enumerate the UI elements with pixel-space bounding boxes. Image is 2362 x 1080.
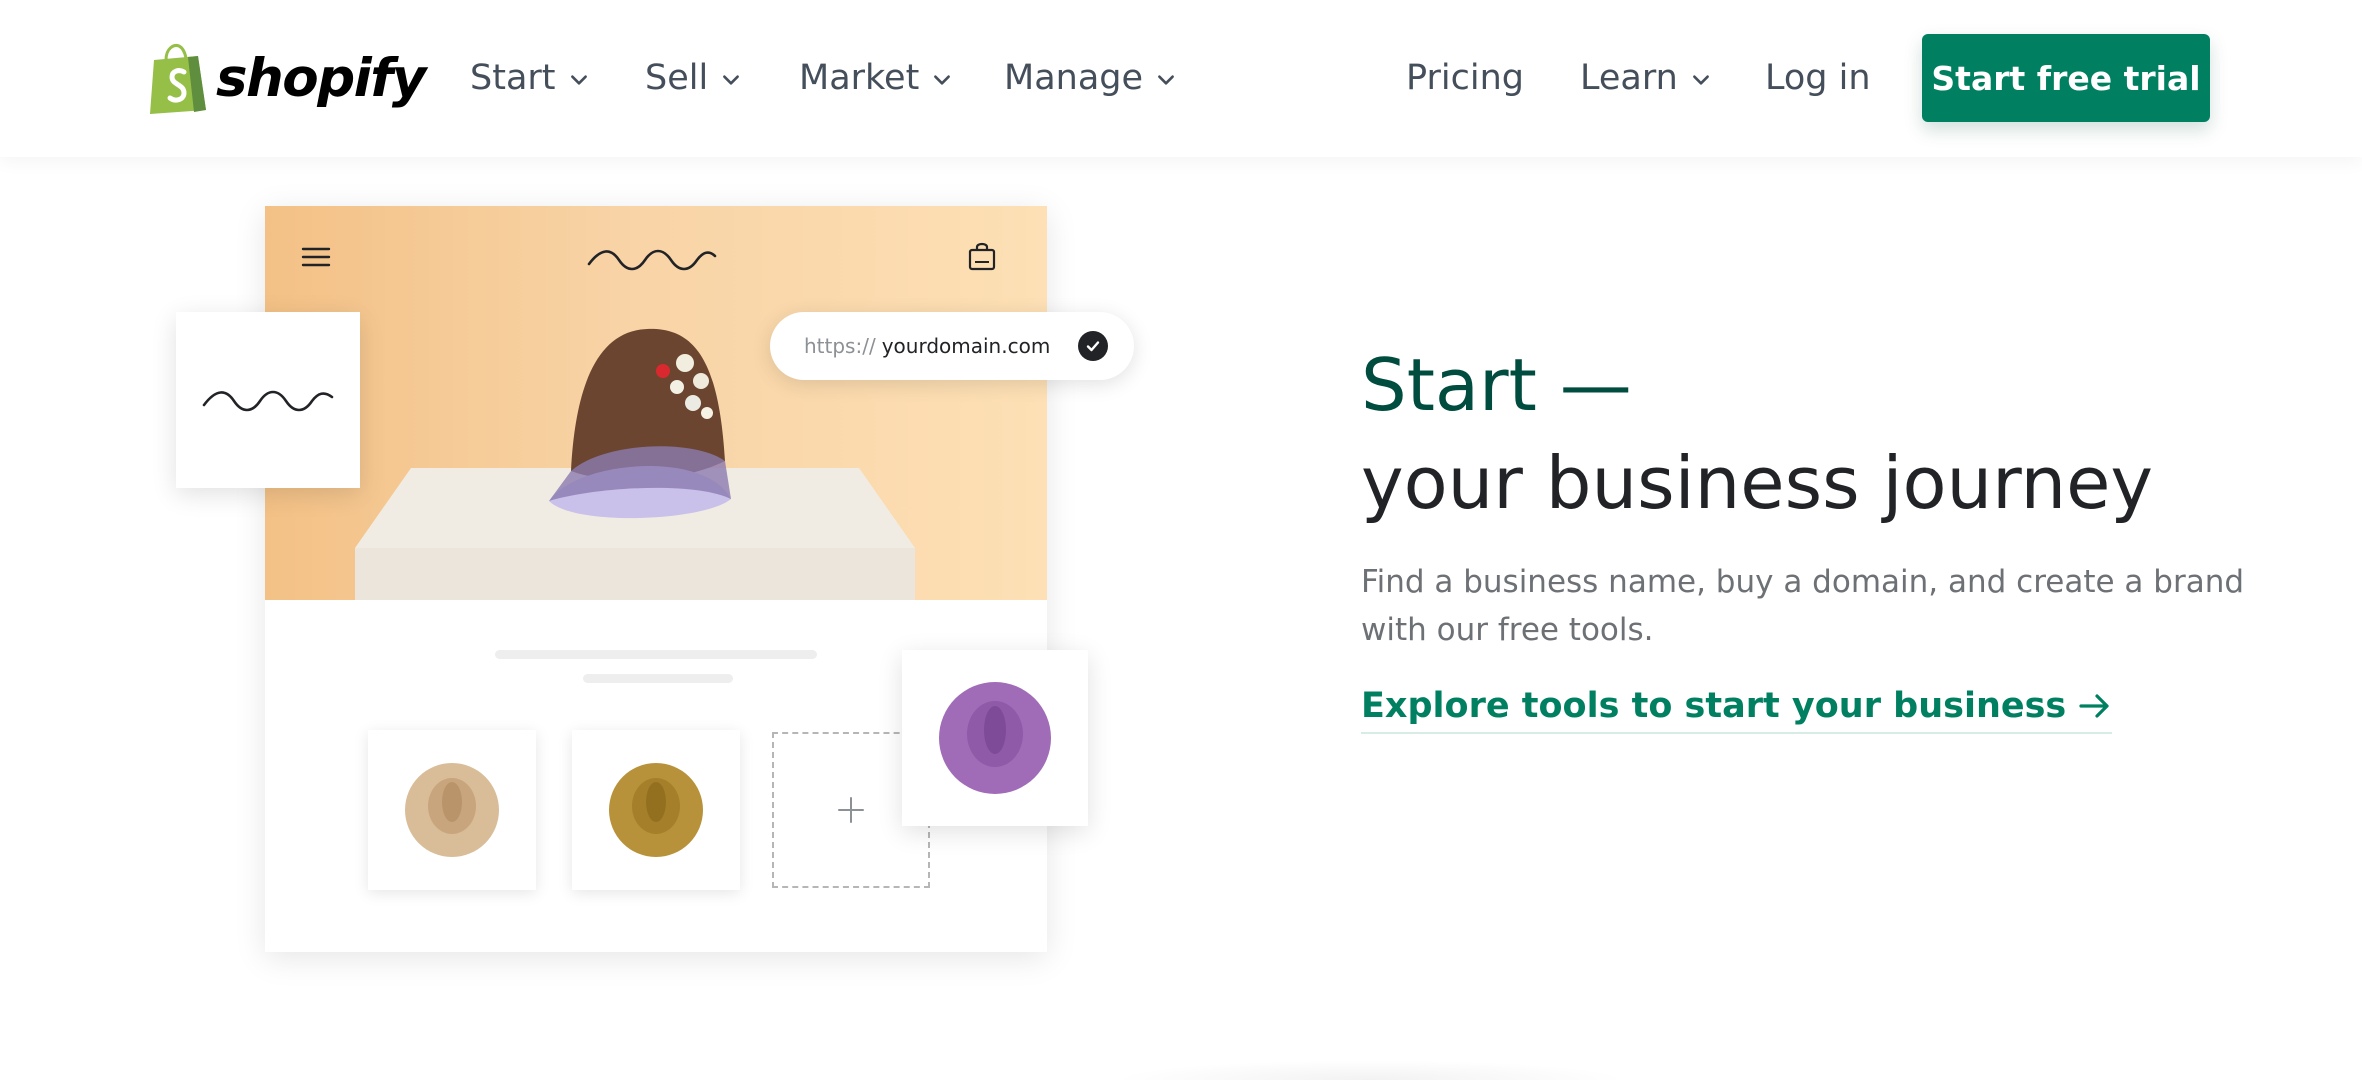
hero-subcopy: Find a business name, buy a domain, and …	[1361, 564, 2245, 648]
placeholder-text-bar	[495, 650, 817, 659]
shopify-logo[interactable]: shopify	[146, 40, 426, 116]
shopping-bag-logo-icon	[150, 44, 206, 114]
bucket-hat-image	[549, 328, 731, 519]
product-thumbnail	[572, 730, 740, 890]
shopping-bag-icon	[968, 242, 996, 271]
hero-headline: Start — your business journey	[1361, 336, 2153, 532]
nav-pricing-label: Pricing	[1406, 58, 1524, 98]
plus-icon	[838, 797, 864, 823]
wave-logo-icon	[587, 249, 717, 271]
nav-login-label: Log in	[1765, 58, 1871, 98]
chevron-down-icon	[934, 75, 951, 85]
store-hero-banner	[265, 206, 1047, 600]
chevron-down-icon	[1692, 75, 1709, 85]
checkmark-icon	[1086, 341, 1100, 352]
headline-main: your business journey	[1361, 441, 2154, 525]
brand-logo-card	[176, 312, 360, 488]
nav-market-label: Market	[799, 58, 920, 98]
explore-tools-label: Explore tools to start your business	[1361, 686, 2067, 726]
featured-product-card	[902, 650, 1088, 826]
logo-wordmark: shopify	[216, 47, 426, 109]
placeholder-text-bar	[583, 674, 733, 683]
mustard-hat-image	[609, 763, 703, 857]
product-thumbnail	[368, 730, 536, 890]
hamburger-menu-icon	[301, 247, 331, 267]
arrow-right-icon	[2079, 694, 2109, 718]
nav-pricing[interactable]: Pricing	[1406, 52, 1524, 104]
explore-tools-link[interactable]: Explore tools to start your business	[1361, 686, 2113, 734]
nav-sell[interactable]: Sell	[645, 52, 742, 104]
check-badge	[1078, 331, 1108, 361]
nav-learn[interactable]: Learn	[1580, 52, 1712, 104]
chevron-down-icon	[570, 75, 587, 85]
start-free-trial-button[interactable]: Start free trial	[1922, 34, 2210, 122]
nav-manage-label: Manage	[1004, 58, 1144, 98]
purple-hat-image	[939, 682, 1051, 794]
nav-market[interactable]: Market	[799, 52, 953, 104]
chevron-down-icon	[723, 75, 740, 85]
chevron-down-icon	[1158, 75, 1174, 85]
nav-manage[interactable]: Manage	[1004, 52, 1177, 104]
domain-name: yourdomain.com	[881, 334, 1051, 358]
nav-sell-label: Sell	[645, 58, 709, 98]
site-header: shopify Start Sell Market Manage Pricing…	[0, 0, 2362, 157]
nav-learn-label: Learn	[1580, 58, 1678, 98]
nav-start-label: Start	[470, 58, 556, 98]
headline-accent: Start —	[1361, 343, 1632, 427]
pedestal-front	[355, 548, 915, 600]
next-section-shadow	[1110, 1060, 1630, 1080]
wave-logo-icon	[202, 390, 334, 412]
domain-url-pill: https:// yourdomain.com	[770, 312, 1134, 380]
tan-hat-image	[405, 763, 499, 857]
domain-protocol: https://	[804, 334, 876, 358]
nav-login[interactable]: Log in	[1765, 52, 1871, 104]
nav-start[interactable]: Start	[470, 52, 590, 104]
